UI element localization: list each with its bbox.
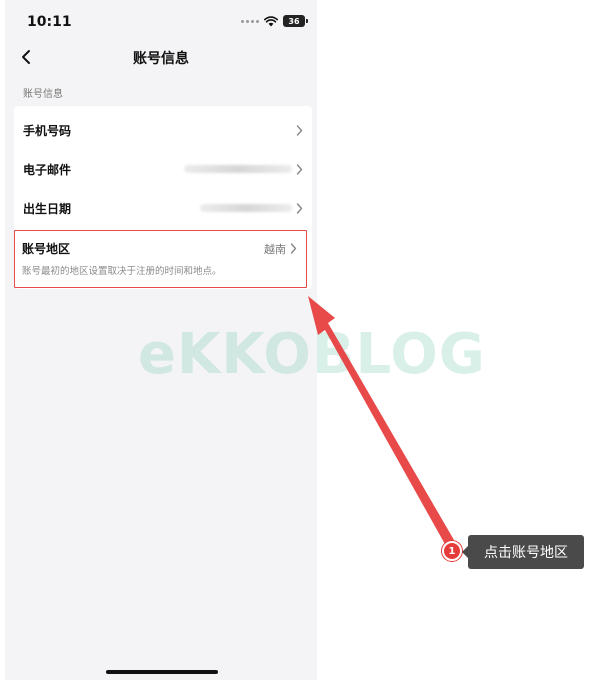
callout-text: 点击账号地区 [484,545,568,561]
annotation-arrow [308,296,454,546]
step-number-badge: 1 [442,541,462,561]
screenshot-canvas: 10:11 36 账号信息 账号信息 手机号码 电子邮件 出生日期 账号地区 越… [0,0,606,680]
annotation-callout: 点击账号地区 [462,535,584,569]
